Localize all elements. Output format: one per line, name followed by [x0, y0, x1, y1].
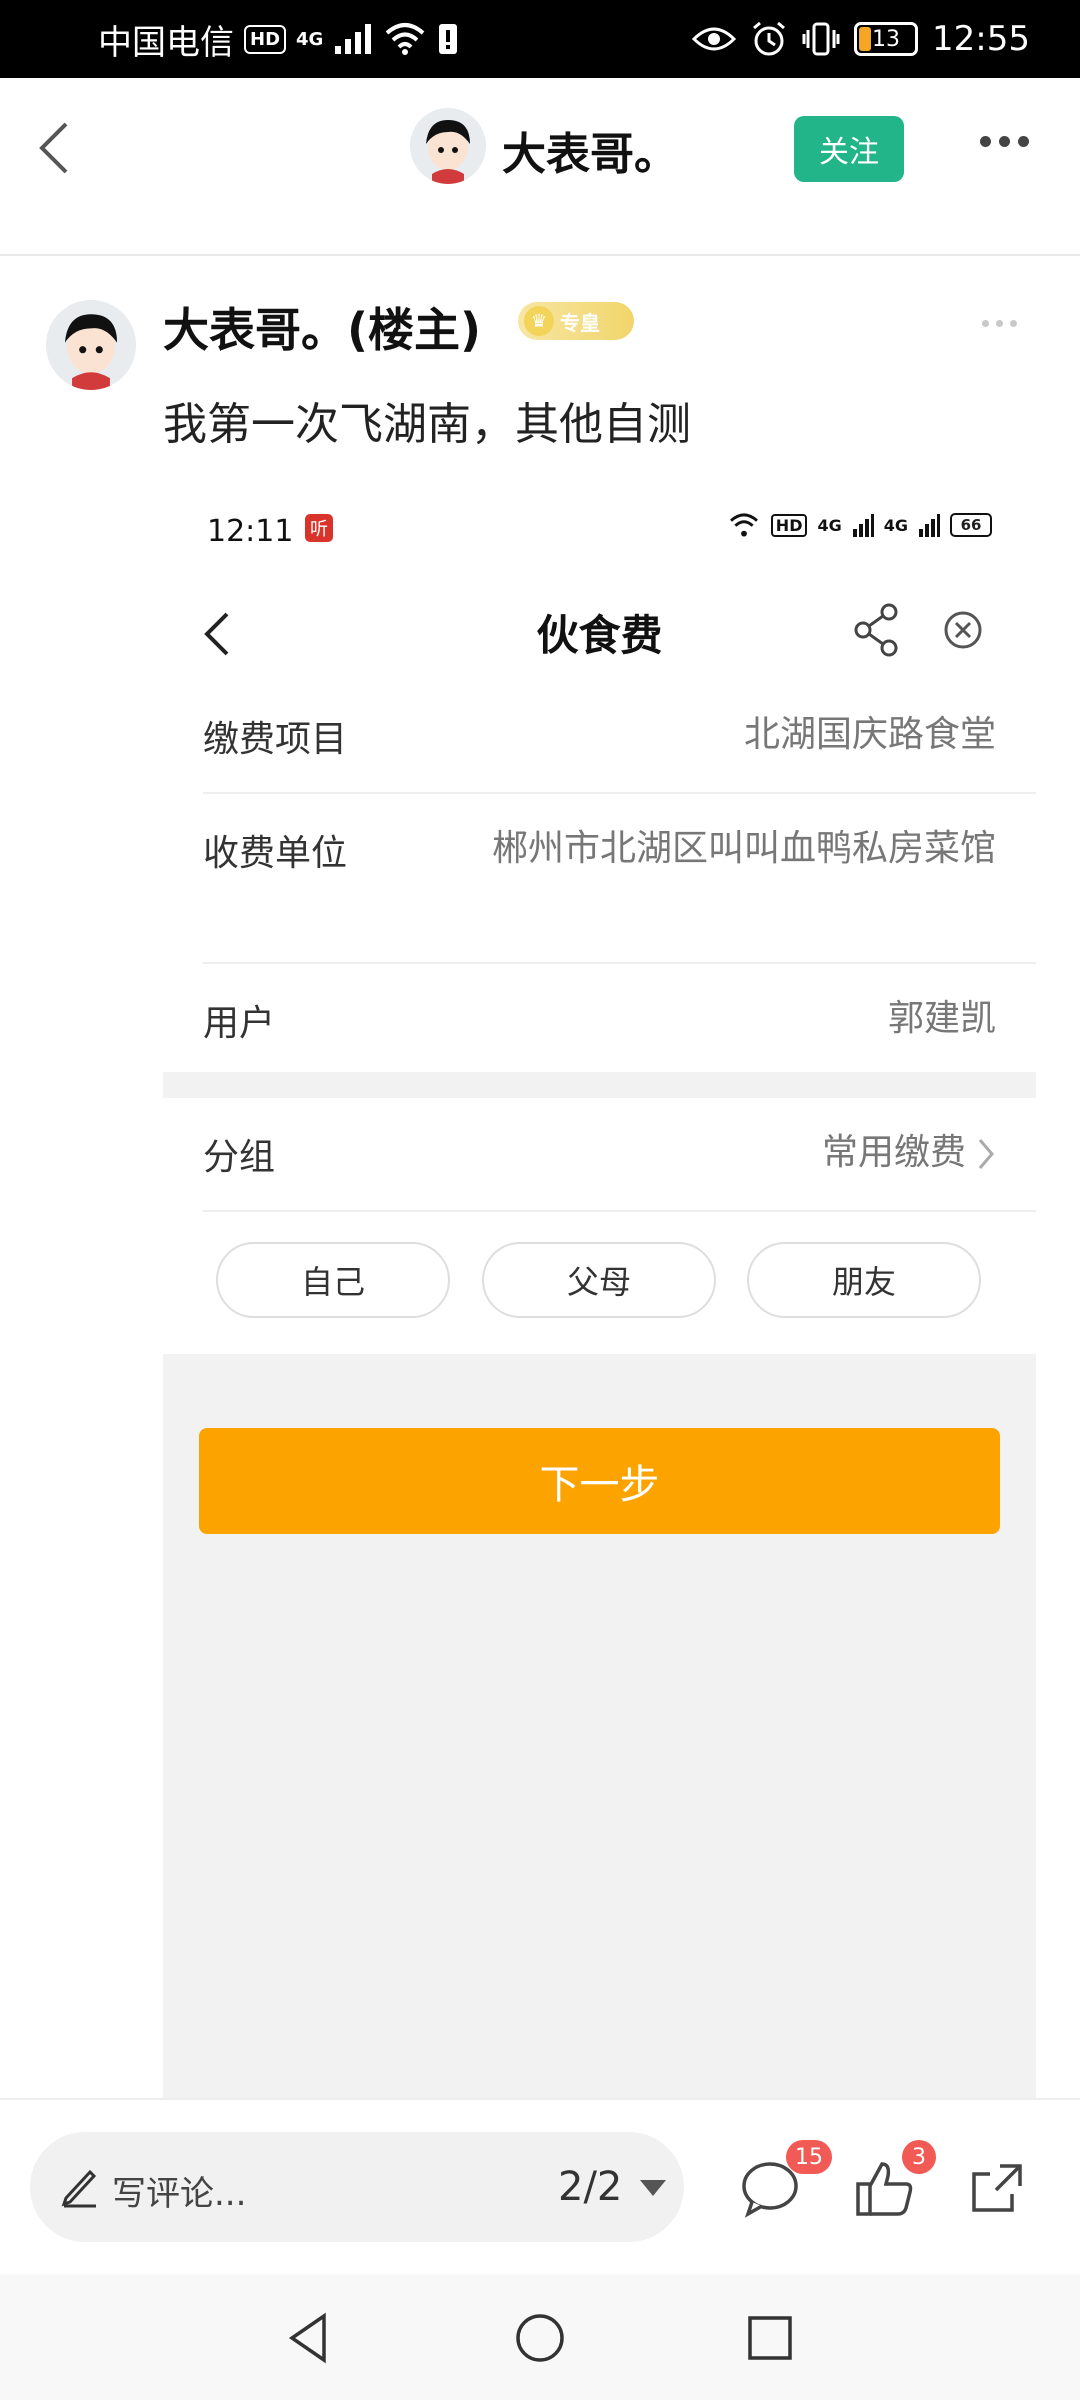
nav-back-icon[interactable]	[282, 2310, 338, 2366]
image-network-1: 4G	[817, 515, 842, 535]
divider	[203, 1210, 1036, 1212]
chip-parents: 父母	[482, 1242, 716, 1318]
row-label: 用户	[203, 1003, 276, 1044]
post-author-avatar[interactable]	[46, 300, 136, 390]
level-badge: ♛ 专皇	[518, 302, 634, 340]
image-row-group: 分组 常用缴费	[203, 1098, 1036, 1210]
more-icon[interactable]	[980, 136, 1029, 147]
chevron-right-icon	[978, 1139, 994, 1169]
system-nav-bar	[0, 2274, 1080, 2400]
image-row-payee: 收费单位 郴州市北湖区叫叫血鸭私房菜馆	[203, 794, 1036, 962]
back-icon[interactable]	[30, 118, 90, 178]
pencil-icon	[61, 2169, 97, 2208]
avatar-illustration	[410, 108, 486, 184]
row-label: 缴费项目	[203, 719, 348, 760]
image-page-title: 伙食费	[536, 611, 663, 660]
page-indicator[interactable]: 2/2	[558, 2164, 622, 2210]
row-label: 收费单位	[203, 833, 348, 874]
network-type: 4G	[296, 28, 324, 50]
image-clock: 12:11	[207, 514, 294, 549]
follow-button[interactable]: 关注	[794, 116, 904, 182]
top-nav: 大表哥。 关注	[0, 78, 1080, 256]
level-badge-text: 专皇	[560, 310, 600, 335]
row-value: 郴州市北湖区叫叫血鸭私房菜馆	[491, 828, 996, 869]
image-signal-icon-2	[919, 514, 940, 537]
battery-icon: 13	[854, 22, 919, 56]
row-value: 常用缴费	[821, 1132, 966, 1173]
status-left: 中国电信 HD 4G	[98, 14, 459, 64]
crown-icon: ♛	[524, 306, 554, 336]
nav-recents-icon[interactable]	[742, 2310, 798, 2366]
like-count-badge: 3	[902, 2140, 936, 2174]
comment-bar: 写评论... 2/2 15 3	[0, 2098, 1080, 2276]
row-label: 分组	[203, 1137, 276, 1178]
avatar-illustration	[46, 300, 136, 390]
clock: 12:55	[932, 19, 1030, 59]
image-group-section: 分组 常用缴费 自己 父母 朋友	[163, 1098, 1036, 1354]
ting-app-icon: 听	[305, 514, 333, 542]
signal-icon	[335, 24, 372, 54]
author-avatar[interactable]	[410, 108, 486, 184]
comment-placeholder: 写评论...	[112, 2174, 247, 2214]
hd-icon: HD	[244, 24, 287, 54]
image-signal-icon-1	[852, 514, 874, 537]
row-value: 郭建凯	[887, 998, 996, 1039]
image-status-right: HD 4G 4G 66	[727, 512, 992, 538]
comment-count-badge: 15	[786, 2140, 832, 2174]
status-right: 13 12:55	[692, 14, 1030, 64]
nav-home-icon[interactable]	[512, 2310, 568, 2366]
chip-self: 自己	[216, 1242, 450, 1318]
image-wifi-icon	[729, 513, 758, 537]
comment-input[interactable]: 写评论... 2/2	[30, 2132, 684, 2242]
image-network-2: 4G	[883, 515, 908, 535]
wifi-icon	[386, 23, 425, 55]
eye-comfort-icon	[692, 27, 737, 51]
status-bar: 中国电信 HD 4G 13 12:55	[0, 0, 1080, 78]
storage-alert-icon	[439, 24, 458, 54]
vibrate-icon	[802, 22, 840, 56]
image-close-icon	[944, 611, 982, 649]
image-info-group: 缴费项目 北湖国庆路食堂 收费单位 郴州市北湖区叫叫血鸭私房菜馆 用户 郭建凯	[163, 680, 1036, 1072]
image-status-bar: 12:11 听 HD 4G 4G 66	[163, 484, 1036, 574]
post-more-icon[interactable]	[982, 320, 1017, 327]
image-title-bar: 伙食费	[163, 574, 1036, 694]
image-battery-level: 66	[960, 516, 982, 534]
alarm-icon	[753, 21, 785, 56]
post-author-name[interactable]: 大表哥。(楼主)	[163, 294, 481, 360]
post-text: 我第一次飞湖南，其他自测	[163, 399, 691, 450]
share-icon[interactable]	[966, 2156, 1030, 2220]
post-image[interactable]: 12:11 听 HD 4G 4G 66 伙食费 缴费项目 北湖国庆路食堂 收费单…	[163, 484, 1036, 2100]
image-share-icon	[854, 603, 898, 657]
image-hd-icon: HD	[770, 513, 808, 537]
row-value: 北湖国庆路食堂	[743, 714, 996, 755]
image-row-item: 缴费项目 北湖国庆路食堂	[203, 680, 1036, 792]
image-row-user: 用户 郭建凯	[203, 964, 1036, 1072]
carrier-label: 中国电信	[98, 22, 234, 63]
image-next-button: 下一步	[199, 1428, 1000, 1534]
dropdown-icon[interactable]	[640, 2180, 666, 2196]
battery-level: 13	[872, 26, 901, 52]
image-battery-icon: 66	[950, 513, 992, 537]
chip-friends: 朋友	[747, 1242, 981, 1318]
nav-title[interactable]: 大表哥。	[502, 118, 678, 182]
